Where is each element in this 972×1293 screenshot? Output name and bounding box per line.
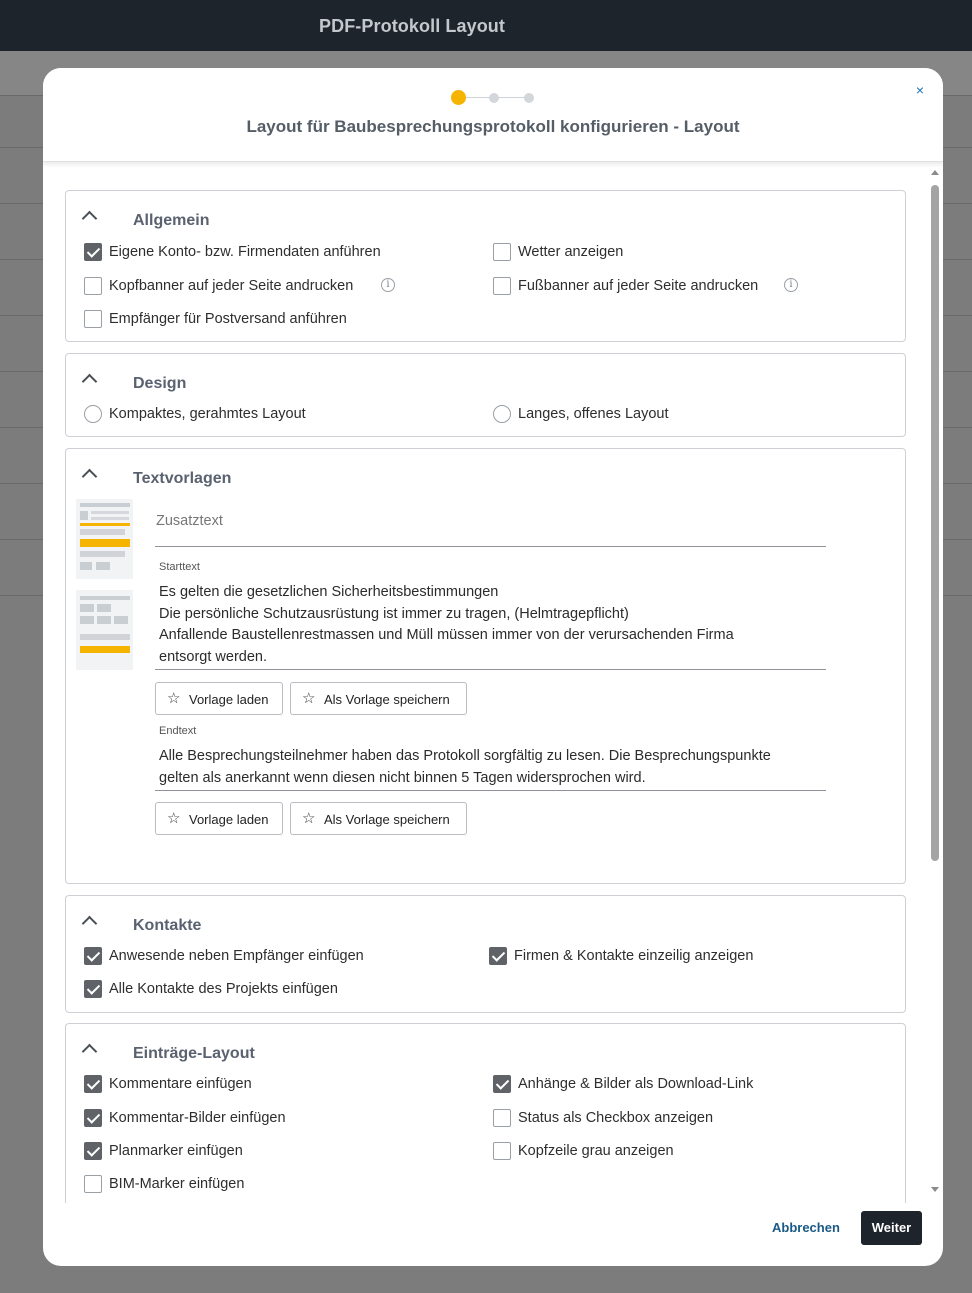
starttext-label: Starttext [159,561,200,573]
radio-button[interactable] [493,405,511,423]
scroll-down-icon[interactable] [931,1187,939,1192]
checkbox-checked[interactable] [84,980,102,998]
star-icon: ☆ [167,690,181,707]
checkbox[interactable] [84,277,102,295]
step-1-active [451,90,466,105]
section-title: Design [133,375,187,392]
stepper [451,90,534,105]
star-icon: ☆ [302,810,316,827]
dialog-content[interactable]: Allgemein Eigene Konto- bzw. Firmendaten… [43,163,943,1203]
app-title: PDF-Protokoll Layout [319,16,505,36]
section-design: Design Kompaktes, gerahmtes Layout Lange… [65,353,906,437]
layout-preview-image [76,590,133,670]
layout-dialog: Layout für Baubesprechungsprotokoll konf… [43,68,943,1266]
section-textvorlagen: Textvorlagen Zusatztext Starttext Es gel… [65,448,906,884]
section-title: Einträge-Layout [133,1045,255,1062]
radio-button[interactable] [84,405,102,423]
checkbox-checked[interactable] [84,1075,102,1093]
endtext-textarea[interactable]: Alle Besprechungsteilnehmer haben das Pr… [155,746,826,791]
load-template-button[interactable]: ☆ Vorlage laden [155,682,283,715]
chevron-up-icon[interactable] [81,915,98,932]
scrollbar[interactable] [930,168,942,1198]
step-2 [489,93,499,103]
section-allgemein: Allgemein Eigene Konto- bzw. Firmendaten… [65,190,906,342]
dialog-header: Layout für Baubesprechungsprotokoll konf… [43,68,943,162]
chevron-up-icon[interactable] [81,468,98,485]
checkbox-checked[interactable] [84,947,102,965]
checkbox-checked[interactable] [84,1109,102,1127]
starttext-textarea[interactable]: Es gelten die gesetzlichen Sicherheitsbe… [155,582,826,670]
save-template-button[interactable]: ☆ Als Vorlage speichern [290,682,467,715]
close-icon[interactable]: × [912,82,928,98]
load-template-button[interactable]: ☆ Vorlage laden [155,802,283,835]
chevron-up-icon[interactable] [81,373,98,390]
star-icon: ☆ [302,690,316,707]
info-icon[interactable]: i [784,278,798,292]
zusatztext-input[interactable]: Zusatztext [155,513,826,547]
scrollbar-thumb[interactable] [931,185,939,861]
checkbox-checked[interactable] [493,1075,511,1093]
info-icon[interactable]: i [381,278,395,292]
section-title: Textvorlagen [133,470,232,487]
checkbox[interactable] [493,243,511,261]
option-fussbanner[interactable]: Fußbanner auf jeder Seite andrucken i [493,277,813,297]
checkbox[interactable] [493,277,511,295]
chevron-up-icon[interactable] [81,210,98,227]
checkbox-checked[interactable] [84,243,102,261]
app-header: PDF-Protokoll Layout [0,0,972,51]
layout-preview-image [76,499,133,579]
chevron-up-icon[interactable] [81,1043,98,1060]
endtext-label: Endtext [159,725,197,737]
checkbox[interactable] [84,1175,102,1193]
checkbox-checked[interactable] [489,947,507,965]
option-kopfbanner[interactable]: Kopfbanner auf jeder Seite andrucken i [84,277,404,297]
section-eintraege-layout: Einträge-Layout Kommentare einfügen Anhä… [65,1023,906,1203]
checkbox[interactable] [493,1109,511,1127]
dialog-title: Layout für Baubesprechungsprotokoll konf… [246,117,740,136]
section-title: Kontakte [133,917,202,934]
checkbox[interactable] [84,310,102,328]
next-button[interactable]: Weiter [861,1211,922,1245]
checkbox-checked[interactable] [84,1142,102,1160]
step-3 [524,93,534,103]
cancel-button[interactable]: Abbrechen [772,1220,840,1235]
star-icon: ☆ [167,810,181,827]
checkbox[interactable] [493,1142,511,1160]
section-title: Allgemein [133,212,210,229]
save-template-button[interactable]: ☆ Als Vorlage speichern [290,802,467,835]
section-kontakte: Kontakte Anwesende neben Empfänger einfü… [65,895,906,1013]
scroll-up-icon[interactable] [931,170,939,175]
